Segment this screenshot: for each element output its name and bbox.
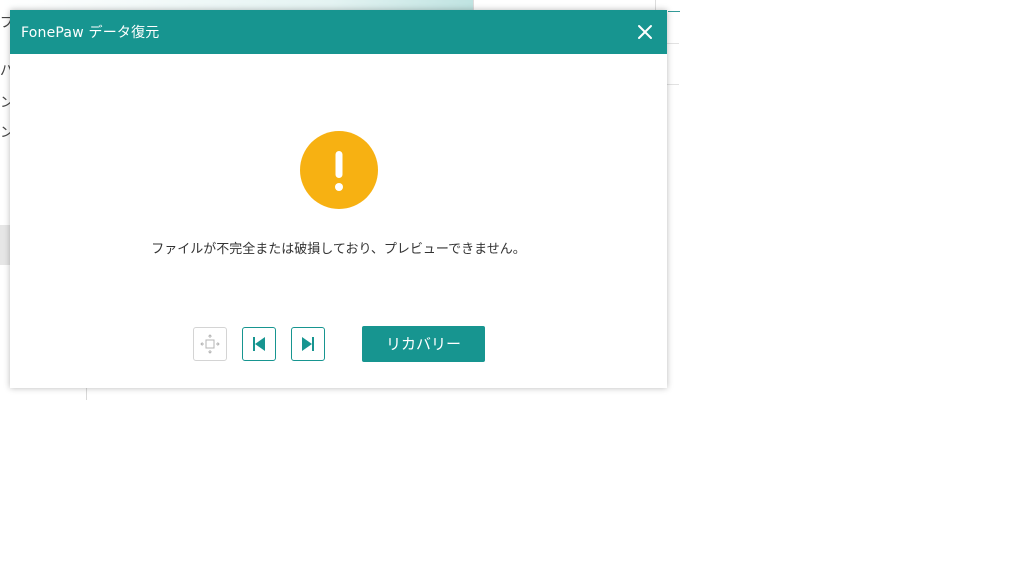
background-list-item: プ: [0, 15, 10, 31]
background-divider: [86, 388, 87, 400]
next-file-button[interactable]: [291, 327, 325, 361]
background-row-line: [667, 84, 679, 85]
background-divider: [473, 0, 474, 10]
close-icon: [638, 25, 652, 39]
fit-to-window-icon: [200, 334, 220, 354]
skip-previous-icon: [253, 337, 265, 351]
exclamation-icon: [335, 151, 343, 191]
fit-to-window-button[interactable]: [193, 327, 227, 361]
error-message: ファイルが不完全または破損しており、プレビューできません。: [151, 242, 526, 257]
background-list-item: ン: [0, 125, 10, 141]
skip-next-icon: [302, 337, 314, 351]
dialog-title: FonePaw データ復元: [21, 25, 160, 41]
close-button[interactable]: [635, 22, 655, 42]
background-list-item: ン: [0, 95, 10, 111]
recover-button[interactable]: リカバリー: [362, 326, 485, 362]
previous-file-button[interactable]: [242, 327, 276, 361]
background-divider: [655, 0, 656, 10]
background-row-line: [667, 43, 679, 44]
background-right-edge-mark: ―: [668, 4, 680, 18]
background-list-item: パ: [0, 63, 10, 79]
preview-dialog: FonePaw データ復元 ファイルが不完全または破損しており、プレビューできま…: [10, 10, 667, 388]
dialog-titlebar: FonePaw データ復元: [10, 10, 667, 54]
background-selected-row: [0, 225, 10, 265]
background-toolbar-strip: [0, 0, 474, 10]
warning-badge: [300, 131, 378, 209]
